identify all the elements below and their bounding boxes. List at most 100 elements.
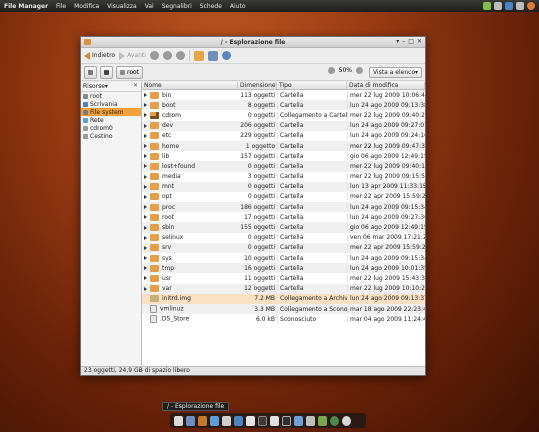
file-row[interactable]: sbin 155 oggetti Cartella gio 06 ago 2009 1… [142, 222, 425, 233]
zoom-in-icon[interactable] [356, 67, 363, 74]
globe-icon[interactable] [330, 415, 339, 426]
sidebar-item[interactable]: File system [81, 108, 141, 116]
mail-icon[interactable] [210, 415, 219, 426]
maximize-button[interactable]: □ [408, 38, 414, 45]
clock-icon[interactable] [342, 415, 351, 426]
close-sidebar-icon[interactable]: ✕ [133, 82, 138, 89]
expander-icon[interactable] [144, 174, 147, 179]
up-icon[interactable] [149, 51, 159, 60]
path-root-button[interactable]: root [116, 65, 144, 79]
power-icon[interactable] [527, 2, 535, 10]
volume-icon[interactable] [494, 2, 502, 10]
update-icon[interactable] [318, 415, 327, 426]
menu-schede[interactable]: Schede [200, 3, 222, 10]
expander-icon[interactable] [144, 123, 147, 128]
file-row[interactable]: etc 229 oggetti Cartella lun 24 ago 2009 09… [142, 131, 425, 141]
menu-aiuto[interactable]: Aiuto [230, 3, 246, 10]
sidebar-item[interactable]: Rete [81, 116, 141, 124]
window-menu-button[interactable]: ▾ [396, 38, 399, 45]
firefox-icon[interactable] [198, 415, 207, 426]
desktop-icon[interactable] [186, 415, 195, 426]
menu-file[interactable]: File [56, 3, 66, 10]
expander-icon[interactable] [144, 93, 147, 98]
zoom-out-icon[interactable] [327, 67, 335, 74]
editor-icon[interactable] [270, 415, 279, 426]
expander-icon[interactable] [144, 286, 147, 291]
clipboard-icon[interactable] [516, 2, 524, 10]
file-row[interactable]: dev 206 oggetti Cartella lun 24 ago 2009 09… [142, 120, 425, 131]
sidebar-item[interactable]: cdrom0 [81, 124, 141, 132]
column-size[interactable]: Dimensione [238, 82, 277, 89]
back-button[interactable]: Indietro [84, 51, 115, 60]
expander-icon[interactable] [144, 266, 147, 271]
file-row[interactable]: proc 186 oggetti Cartella lun 24 ago 2009 0… [142, 202, 425, 213]
package-icon[interactable] [306, 415, 315, 426]
file-row[interactable]: bin 113 oggetti Cartella mer 22 lug 2009 10… [142, 90, 425, 100]
file-row[interactable]: media 3 oggetti Cartella mer 22 lug 2009 09… [142, 172, 425, 182]
app-menu-title[interactable]: File Manager [4, 3, 48, 10]
launcher-icon[interactable] [174, 415, 183, 426]
column-type[interactable]: Tipo [277, 82, 347, 89]
menu-modifica[interactable]: Modifica [74, 3, 99, 10]
expander-icon[interactable] [144, 205, 147, 210]
file-row[interactable]: initrd.img 7.2 MBCollegamento a Archivio … [142, 293, 425, 304]
expander-icon[interactable] [144, 225, 147, 230]
minimize-button[interactable]: – [402, 38, 405, 45]
file-row[interactable]: root 17 oggetti Cartella lun 24 ago 2009 09… [142, 212, 425, 222]
monitor-icon[interactable] [282, 415, 291, 426]
home-icon[interactable] [193, 50, 204, 61]
stop-icon[interactable] [162, 51, 172, 60]
expander-icon[interactable] [144, 133, 147, 138]
file-row[interactable]: tmp 16 oggetti Cartella lun 24 ago 2009 10:… [142, 263, 425, 274]
forward-button[interactable]: Avanti [119, 51, 146, 60]
column-name[interactable]: Nome [142, 82, 238, 89]
expander-icon[interactable] [144, 154, 147, 159]
computer-icon[interactable] [207, 50, 218, 61]
file-row[interactable]: boot 8 oggetti Cartella lun 24 ago 2009 09:… [142, 100, 425, 111]
search-icon[interactable] [221, 51, 231, 60]
expander-icon[interactable] [144, 144, 147, 149]
expander-icon[interactable] [144, 194, 147, 199]
menu-visualizza[interactable]: Visualizza [107, 3, 137, 10]
files-icon[interactable] [246, 415, 255, 426]
reload-icon[interactable] [175, 51, 185, 60]
file-row[interactable]: home 1 oggetto Cartella mer 22 lug 2009 09:… [142, 140, 425, 152]
expander-icon[interactable] [144, 235, 147, 240]
expander-icon[interactable] [144, 256, 147, 261]
menu-vai[interactable]: Vai [145, 3, 154, 10]
file-row[interactable]: lost+found 0 oggetti Cartella mer 22 lug 20… [142, 161, 425, 172]
expander-icon[interactable] [144, 184, 147, 189]
expander-icon[interactable] [144, 103, 147, 108]
window-titlebar[interactable]: / - Esplorazione file ▾ – □ ✕ [81, 37, 425, 48]
sidebar-item[interactable]: Scrivania [81, 100, 141, 108]
file-row[interactable]: sys 10 oggetti Cartella lun 24 ago 2009 09:… [142, 253, 425, 263]
file-row[interactable]: vmlinuz 3.3 MBCollegamento a Sconosciutom… [142, 303, 425, 315]
disk-button[interactable] [100, 65, 113, 79]
music-icon[interactable] [234, 415, 243, 426]
expander-icon[interactable] [144, 215, 147, 220]
network-icon[interactable] [483, 2, 491, 10]
chat-icon[interactable] [222, 415, 231, 426]
terminal-icon[interactable] [258, 415, 267, 426]
expander-icon[interactable] [144, 113, 147, 118]
expander-icon[interactable] [144, 276, 147, 281]
sidebar-header[interactable]: Risorse ▾ ✕ [81, 82, 141, 92]
view-mode-select[interactable]: Vista a elenco ▾ [369, 67, 422, 78]
column-date[interactable]: Data di modifica [347, 82, 425, 89]
file-row[interactable]: lib 157 oggetti Cartella gio 06 ago 2009 12… [142, 151, 425, 161]
menu-segnalibri[interactable]: Segnalibri [162, 3, 192, 10]
expander-icon[interactable] [144, 245, 147, 250]
file-row[interactable]: .DS_Store 6.0 kB Sconosciuto mar 04 ago 200… [142, 314, 425, 324]
close-button[interactable]: ✕ [417, 38, 422, 45]
edit-location-button[interactable] [84, 65, 97, 79]
sidebar-item[interactable]: root [81, 92, 141, 100]
file-row[interactable]: mnt 0 oggetti Cartella lun 13 apr 2009 11:3… [142, 181, 425, 192]
file-row[interactable]: opt 0 oggetti Cartella mer 22 apr 2009 15:5… [142, 192, 425, 202]
sidebar-item[interactable]: Cestino [81, 132, 141, 140]
file-row[interactable]: usr 11 oggetti Cartella mer 22 lug 2009 15:… [142, 273, 425, 283]
file-row[interactable]: srv 0 oggetti Cartella mer 22 apr 2009 15:5… [142, 242, 425, 253]
file-row[interactable]: selinux 0 oggetti Cartella ven 06 mar 2009 … [142, 233, 425, 243]
settings-icon[interactable] [294, 415, 303, 426]
expander-icon[interactable] [144, 164, 147, 169]
file-row[interactable]: cdrom 0 oggetti Collegamento a Cartella mer… [142, 110, 425, 120]
